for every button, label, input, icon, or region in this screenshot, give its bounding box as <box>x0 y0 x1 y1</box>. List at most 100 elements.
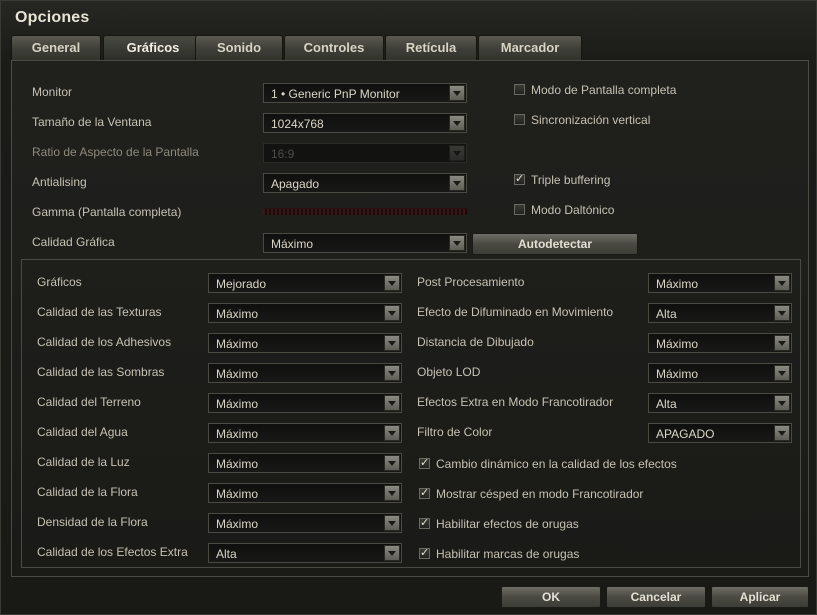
adv-value-textures: Máximo <box>216 307 259 321</box>
adv-label-object-lod: Objeto LOD <box>417 365 481 379</box>
window-size-label: Tamaño de la Ventana <box>32 115 152 129</box>
adv-value-terrain: Máximo <box>216 397 259 411</box>
window-title: Opciones <box>15 9 90 26</box>
gamma-label: Gamma (Pantalla completa) <box>32 205 182 219</box>
adv-value-draw-distance: Máximo <box>656 337 699 351</box>
chevron-down-icon <box>774 395 790 411</box>
tab-scoreboard[interactable]: Marcador <box>478 35 582 60</box>
adv-dropdown-flora-density[interactable]: Máximo <box>208 513 402 533</box>
fullscreen-label: Modo de Pantalla completa <box>531 83 677 97</box>
adv-value-flora-density: Máximo <box>216 517 259 531</box>
adv-label-draw-distance: Distancia de Dibujado <box>417 335 534 349</box>
adv-dropdown-light[interactable]: Máximo <box>208 453 402 473</box>
tab-controls[interactable]: Controles <box>284 35 384 60</box>
adv-label-light: Calidad de la Luz <box>37 455 130 469</box>
adv-value-graphics: Mejorado <box>216 277 267 291</box>
sniper-grass-checkbox[interactable] <box>419 486 430 499</box>
adv-dropdown-sniper-effects[interactable]: Alta <box>648 393 792 413</box>
chevron-down-icon <box>384 545 400 561</box>
adv-dropdown-textures[interactable]: Máximo <box>208 303 402 323</box>
tab-reticle[interactable]: Retícula <box>385 35 477 60</box>
monitor-value: 1 • Generic PnP Monitor <box>271 87 400 101</box>
chevron-down-icon <box>384 395 400 411</box>
quality-dropdown[interactable]: Máximo <box>263 233 467 253</box>
adv-dropdown-draw-distance[interactable]: Máximo <box>648 333 792 353</box>
vsync-label: Sincronización vertical <box>531 113 651 127</box>
adv-label-motion-blur: Efecto de Difuminado en Movimiento <box>417 305 614 319</box>
adv-label-terrain: Calidad del Terreno <box>37 395 141 409</box>
monitor-label: Monitor <box>32 85 73 99</box>
antialias-dropdown[interactable]: Apagado <box>263 173 467 193</box>
colorblind-checkbox[interactable] <box>514 204 525 215</box>
track-effects-checkbox[interactable] <box>419 516 430 529</box>
gamma-slider[interactable] <box>263 208 467 215</box>
track-marks-label: Habilitar marcas de orugas <box>436 547 580 561</box>
aspect-ratio-label: Ratio de Aspecto de la Pantalla <box>32 145 199 159</box>
adv-dropdown-flora[interactable]: Máximo <box>208 483 402 503</box>
adv-value-decals: Máximo <box>216 337 259 351</box>
quality-label: Calidad Gráfica <box>32 235 115 249</box>
tab-sound[interactable]: Sonido <box>195 35 283 60</box>
chevron-down-icon <box>774 305 790 321</box>
quality-value: Máximo <box>271 237 314 251</box>
aspect-ratio-dropdown: 16:9 <box>263 143 467 163</box>
adv-label-water: Calidad del Agua <box>37 425 128 439</box>
chevron-down-icon <box>774 365 790 381</box>
adv-label-sniper-effects: Efectos Extra en Modo Francotirador <box>417 395 614 409</box>
adv-dropdown-shadows[interactable]: Máximo <box>208 363 402 383</box>
adv-dropdown-decals[interactable]: Máximo <box>208 333 402 353</box>
dynamic-effects-label: Cambio dinámico en la calidad de los efe… <box>436 457 677 471</box>
antialias-value: Apagado <box>271 177 320 191</box>
adv-dropdown-water[interactable]: Máximo <box>208 423 402 443</box>
adv-value-sniper-effects: Alta <box>656 397 677 411</box>
adv-label-post-processing: Post Procesamiento <box>417 275 525 289</box>
chevron-down-icon <box>774 335 790 351</box>
adv-dropdown-color-filter[interactable]: APAGADO <box>648 423 792 443</box>
antialias-label: Antialising <box>32 175 87 189</box>
adv-label-flora-density: Densidad de la Flora <box>37 515 148 529</box>
aspect-ratio-value: 16:9 <box>271 147 295 161</box>
adv-label-flora: Calidad de la Flora <box>37 485 138 499</box>
adv-label-textures: Calidad de las Texturas <box>37 305 162 319</box>
chevron-down-icon <box>449 145 465 161</box>
adv-dropdown-extra-effects[interactable]: Alta <box>208 543 402 563</box>
window-size-value: 1024x768 <box>271 117 324 131</box>
autodetect-button[interactable]: Autodetectar <box>472 233 638 255</box>
apply-button[interactable]: Aplicar <box>711 586 809 608</box>
tab-general[interactable]: General <box>11 35 101 60</box>
adv-value-water: Máximo <box>216 427 259 441</box>
adv-dropdown-motion-blur[interactable]: Alta <box>648 303 792 323</box>
ok-button[interactable]: OK <box>501 586 601 608</box>
adv-label-graphics: Gráficos <box>37 275 82 289</box>
adv-value-light: Máximo <box>216 457 259 471</box>
adv-value-flora: Máximo <box>216 487 259 501</box>
sniper-grass-label: Mostrar césped en modo Francotirador <box>436 487 644 501</box>
chevron-down-icon <box>384 425 400 441</box>
track-effects-label: Habilitar efectos de orugas <box>436 517 579 531</box>
cancel-button[interactable]: Cancelar <box>606 586 706 608</box>
dynamic-effects-checkbox[interactable] <box>419 456 430 469</box>
window-size-dropdown[interactable]: 1024x768 <box>263 113 467 133</box>
tab-graphics[interactable]: Gráficos <box>103 35 203 62</box>
chevron-down-icon <box>384 455 400 471</box>
chevron-down-icon <box>384 515 400 531</box>
monitor-dropdown[interactable]: 1 • Generic PnP Monitor <box>263 83 467 103</box>
fullscreen-checkbox[interactable] <box>514 84 525 95</box>
adv-label-decals: Calidad de los Adhesivos <box>37 335 172 349</box>
adv-dropdown-graphics[interactable]: Mejorado <box>208 273 402 293</box>
adv-label-extra-effects: Calidad de los Efectos Extra <box>37 545 188 559</box>
adv-value-color-filter: APAGADO <box>656 427 715 441</box>
adv-label-shadows: Calidad de las Sombras <box>37 365 165 379</box>
chevron-down-icon <box>449 175 465 191</box>
chevron-down-icon <box>449 235 465 251</box>
adv-dropdown-object-lod[interactable]: Máximo <box>648 363 792 383</box>
chevron-down-icon <box>384 485 400 501</box>
track-marks-checkbox[interactable] <box>419 546 430 559</box>
chevron-down-icon <box>449 85 465 101</box>
triple-buffering-checkbox[interactable] <box>514 172 525 185</box>
adv-dropdown-terrain[interactable]: Máximo <box>208 393 402 413</box>
adv-dropdown-post-processing[interactable]: Máximo <box>648 273 792 293</box>
adv-label-color-filter: Filtro de Color <box>417 425 493 439</box>
adv-value-shadows: Máximo <box>216 367 259 381</box>
vsync-checkbox[interactable] <box>514 114 525 125</box>
